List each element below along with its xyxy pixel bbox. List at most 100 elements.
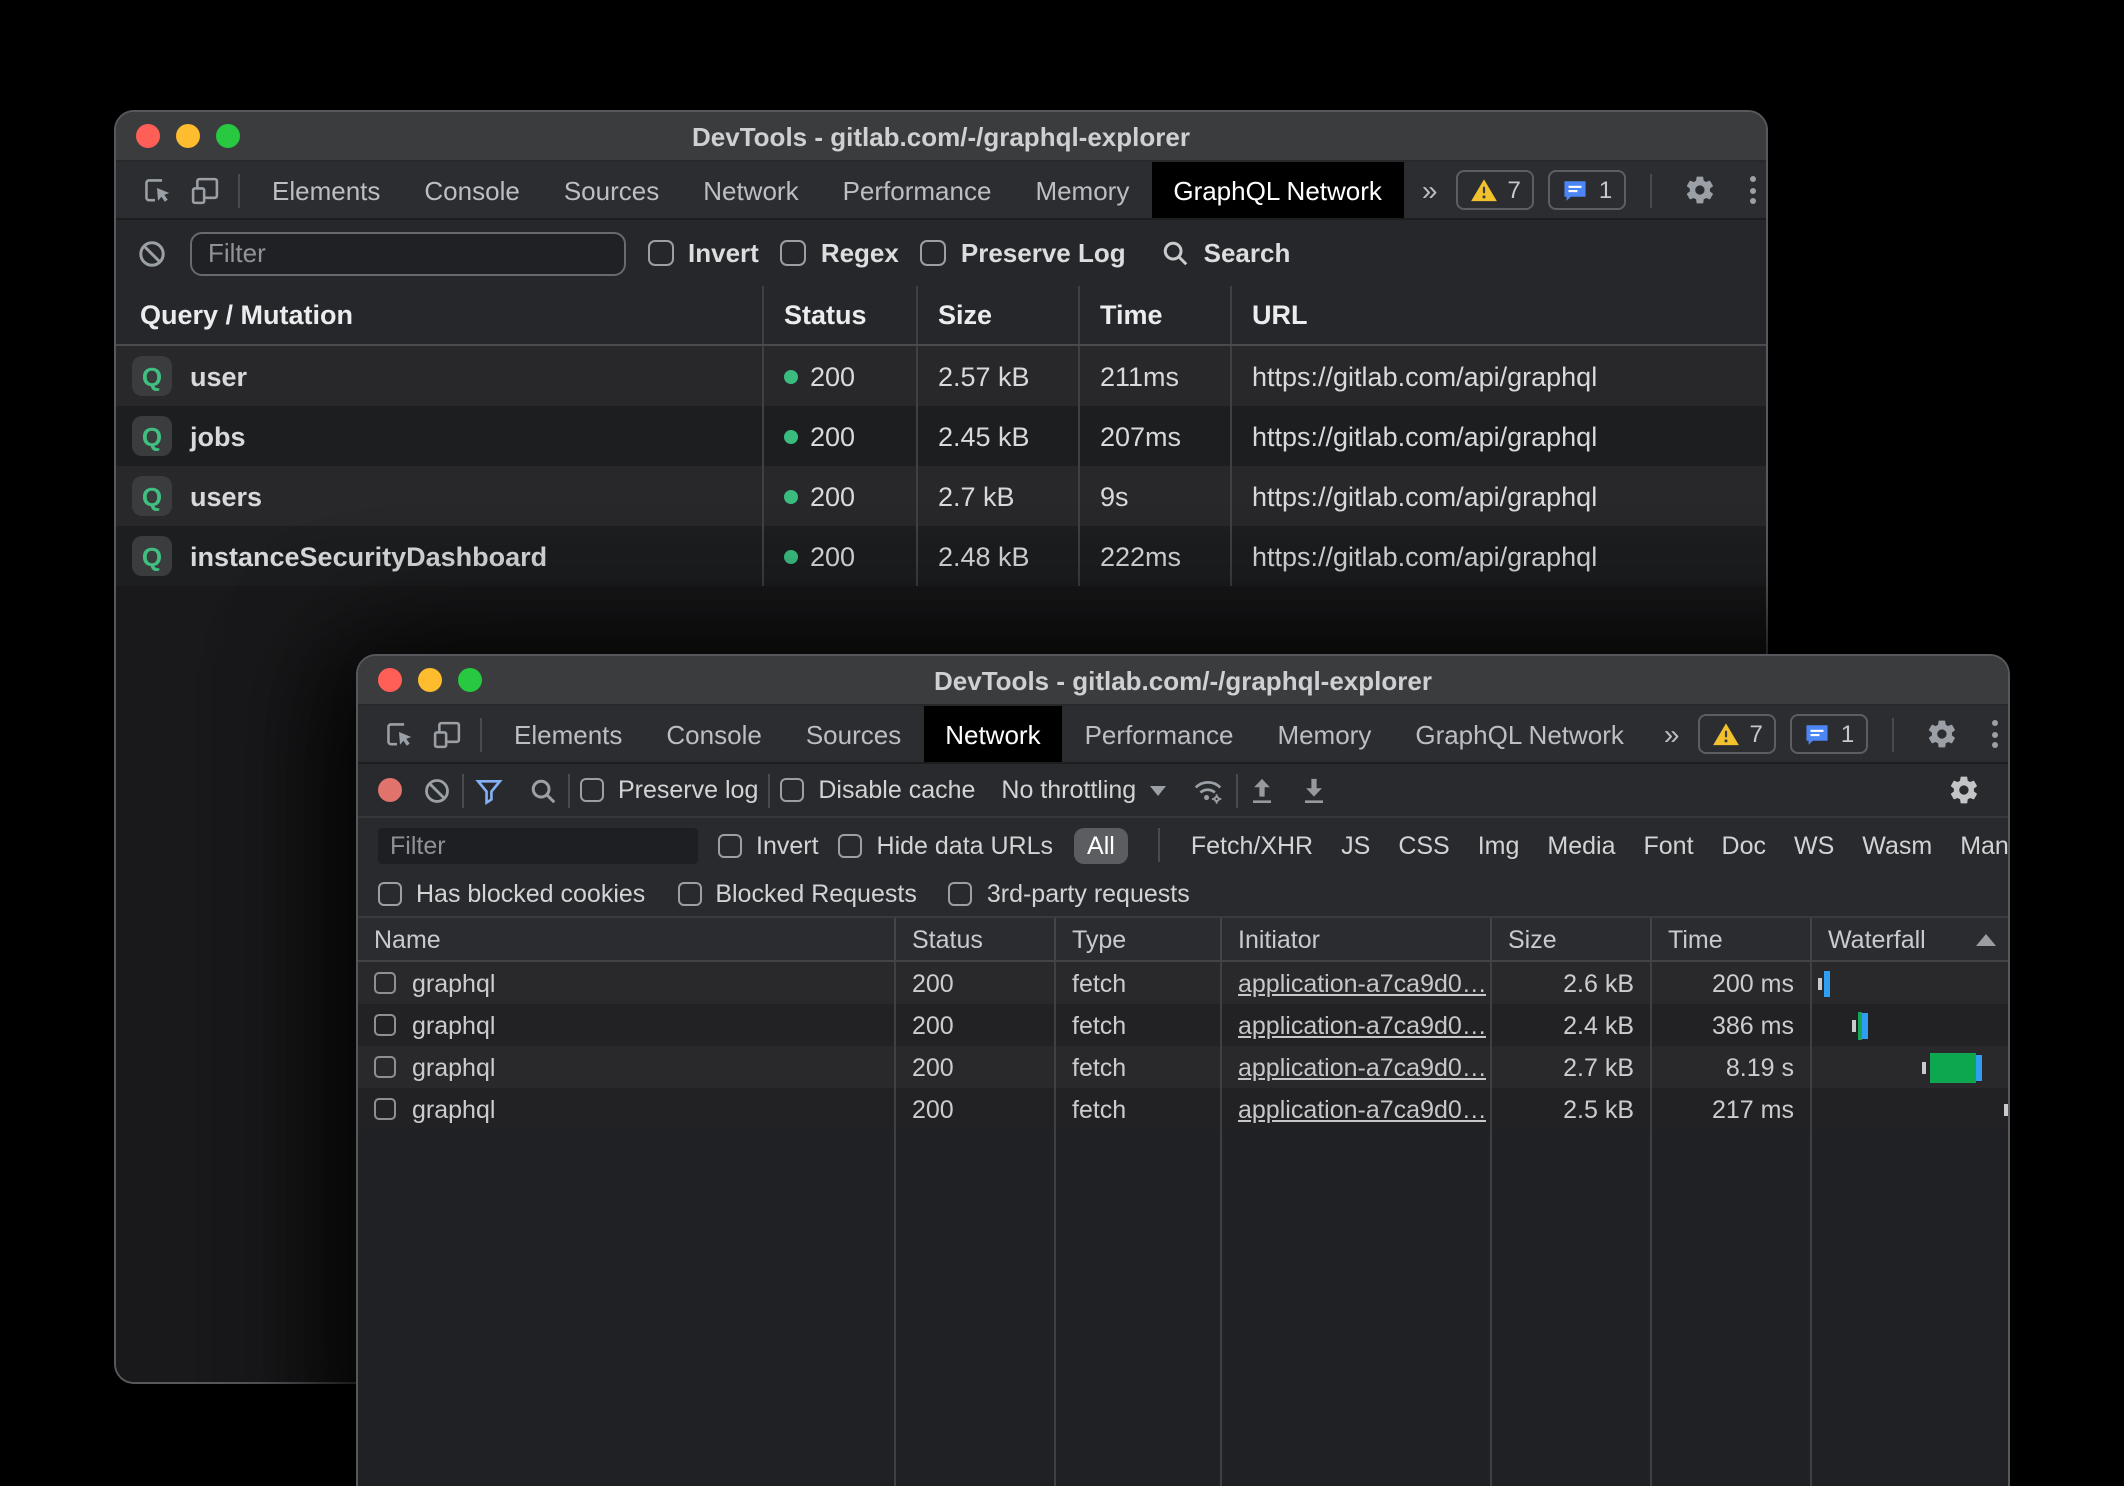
disable-cache-checkbox[interactable]: Disable cache <box>780 776 975 804</box>
hide-data-urls-checkbox[interactable]: Hide data URLs <box>839 831 1054 859</box>
titlebar-back[interactable]: DevTools - gitlab.com/-/graphql-explorer <box>116 112 1766 162</box>
filter-type-img[interactable]: Img <box>1478 831 1520 859</box>
tab-memory[interactable]: Memory <box>1013 162 1151 218</box>
column-header-name[interactable]: Name <box>358 918 896 960</box>
tab-performance[interactable]: Performance <box>821 162 1014 218</box>
clear-icon[interactable] <box>136 237 168 269</box>
preserve-log-checkbox[interactable]: Preserve log <box>580 776 758 804</box>
third-party-requests-checkbox[interactable]: 3rd-party requests <box>949 880 1190 908</box>
import-har-icon[interactable] <box>1248 775 1276 805</box>
warnings-badge[interactable]: 7 <box>1456 170 1535 210</box>
filter-type-fetch-xhr[interactable]: Fetch/XHR <box>1191 831 1313 859</box>
table-row[interactable]: graphql 200 fetch application-a7ca9d0… 2… <box>358 1004 2008 1046</box>
column-header-time[interactable]: Time <box>1652 918 1812 960</box>
initiator-link[interactable]: application-a7ca9d0… <box>1238 1053 1487 1081</box>
tab-console[interactable]: Console <box>644 706 783 762</box>
search-icon[interactable] <box>528 775 558 805</box>
minimize-button[interactable] <box>418 668 442 692</box>
tab-elements[interactable]: Elements <box>492 706 644 762</box>
device-toolbar-button[interactable] <box>422 712 470 756</box>
warnings-badge[interactable]: 7 <box>1698 714 1777 754</box>
network-conditions-icon[interactable] <box>1190 772 1226 808</box>
tab-network[interactable]: Network <box>923 706 1062 762</box>
filter-type-js[interactable]: JS <box>1341 831 1370 859</box>
blocked-requests-checkbox[interactable]: Blocked Requests <box>677 880 917 908</box>
tab-network[interactable]: Network <box>681 162 820 218</box>
minimize-button[interactable] <box>176 124 200 148</box>
checkbox-icon <box>949 882 973 906</box>
settings-button[interactable] <box>1918 712 1966 756</box>
tab-graphql-network[interactable]: GraphQL Network <box>1151 162 1404 218</box>
filter-type-css[interactable]: CSS <box>1398 831 1449 859</box>
tab-performance[interactable]: Performance <box>1063 706 1256 762</box>
filter-type-ws[interactable]: WS <box>1794 831 1834 859</box>
column-header-time[interactable]: Time <box>1080 286 1232 344</box>
device-toolbar-button[interactable] <box>180 168 228 212</box>
inspect-element-button[interactable] <box>374 712 422 756</box>
row-checkbox[interactable] <box>374 1056 396 1078</box>
column-header-size[interactable]: Size <box>1492 918 1652 960</box>
column-header-type[interactable]: Type <box>1056 918 1222 960</box>
network-settings-button[interactable] <box>1940 768 1988 812</box>
table-row[interactable]: QinstanceSecurityDashboard 200 2.48 kB 2… <box>116 526 1766 586</box>
tab-sources[interactable]: Sources <box>542 162 681 218</box>
zoom-button[interactable] <box>458 668 482 692</box>
more-tabs-button[interactable]: » <box>1646 718 1698 750</box>
tab-sources[interactable]: Sources <box>784 706 923 762</box>
tab-graphql-network[interactable]: GraphQL Network <box>1393 706 1646 762</box>
issues-badge[interactable]: 1 <box>1791 714 1868 754</box>
filter-type-doc[interactable]: Doc <box>1722 831 1766 859</box>
more-tabs-button[interactable]: » <box>1404 174 1456 206</box>
column-header-query-mutation[interactable]: Query / Mutation <box>116 286 764 344</box>
issues-badge[interactable]: 1 <box>1549 170 1626 210</box>
export-har-icon[interactable] <box>1300 775 1328 805</box>
table-row[interactable]: graphql 200 fetch application-a7ca9d0… 2… <box>358 962 2008 1004</box>
table-row[interactable]: Qjobs 200 2.45 kB 207ms https://gitlab.c… <box>116 406 1766 466</box>
table-row[interactable]: graphql 200 fetch application-a7ca9d0… 2… <box>358 1088 2008 1130</box>
column-header-size[interactable]: Size <box>918 286 1080 344</box>
close-button[interactable] <box>378 668 402 692</box>
titlebar-front[interactable]: DevTools - gitlab.com/-/graphql-explorer <box>358 656 2008 706</box>
row-checkbox[interactable] <box>374 1098 396 1120</box>
column-header-url[interactable]: URL <box>1232 286 1766 344</box>
close-button[interactable] <box>136 124 160 148</box>
filter-input[interactable] <box>190 231 626 275</box>
initiator-link[interactable]: application-a7ca9d0… <box>1238 1095 1487 1123</box>
filter-type-manifest[interactable]: Manifest <box>1960 831 2010 859</box>
column-header-waterfall[interactable]: Waterfall <box>1812 918 2008 960</box>
search-button[interactable]: Search <box>1160 238 1291 268</box>
settings-button[interactable] <box>1676 168 1724 212</box>
row-checkbox[interactable] <box>374 1014 396 1036</box>
tab-memory[interactable]: Memory <box>1255 706 1393 762</box>
preserve-log-checkbox[interactable]: Preserve Log <box>921 238 1126 268</box>
throttling-select[interactable]: No throttling <box>1001 776 1166 804</box>
filter-input[interactable] <box>378 827 698 863</box>
tab-console[interactable]: Console <box>402 162 541 218</box>
invert-checkbox[interactable]: Invert <box>648 238 759 268</box>
table-row[interactable]: graphql 200 fetch application-a7ca9d0… 2… <box>358 1046 2008 1088</box>
table-row[interactable]: Qusers 200 2.7 kB 9s https://gitlab.com/… <box>116 466 1766 526</box>
has-blocked-cookies-checkbox[interactable]: Has blocked cookies <box>378 880 645 908</box>
zoom-button[interactable] <box>216 124 240 148</box>
filter-type-all[interactable]: All <box>1073 827 1129 863</box>
kebab-menu-button[interactable] <box>1980 720 2010 748</box>
filter-type-media[interactable]: Media <box>1547 831 1615 859</box>
table-row[interactable]: Quser 200 2.57 kB 211ms https://gitlab.c… <box>116 346 1766 406</box>
row-checkbox[interactable] <box>374 972 396 994</box>
record-button[interactable] <box>378 778 402 802</box>
clear-icon[interactable] <box>422 775 452 805</box>
regex-checkbox[interactable]: Regex <box>781 238 899 268</box>
inspect-element-button[interactable] <box>132 168 180 212</box>
filter-funnel-icon[interactable] <box>474 775 504 805</box>
filter-type-wasm[interactable]: Wasm <box>1862 831 1932 859</box>
filter-type-font[interactable]: Font <box>1644 831 1694 859</box>
column-header-status[interactable]: Status <box>896 918 1056 960</box>
initiator-link[interactable]: application-a7ca9d0… <box>1238 1011 1487 1039</box>
column-header-status[interactable]: Status <box>764 286 918 344</box>
initiator-link[interactable]: application-a7ca9d0… <box>1238 969 1487 997</box>
kebab-menu-button[interactable] <box>1738 176 1768 204</box>
request-size: 2.57 kB <box>918 346 1080 406</box>
tab-elements[interactable]: Elements <box>250 162 402 218</box>
invert-checkbox[interactable]: Invert <box>718 831 819 859</box>
column-header-initiator[interactable]: Initiator <box>1222 918 1492 960</box>
